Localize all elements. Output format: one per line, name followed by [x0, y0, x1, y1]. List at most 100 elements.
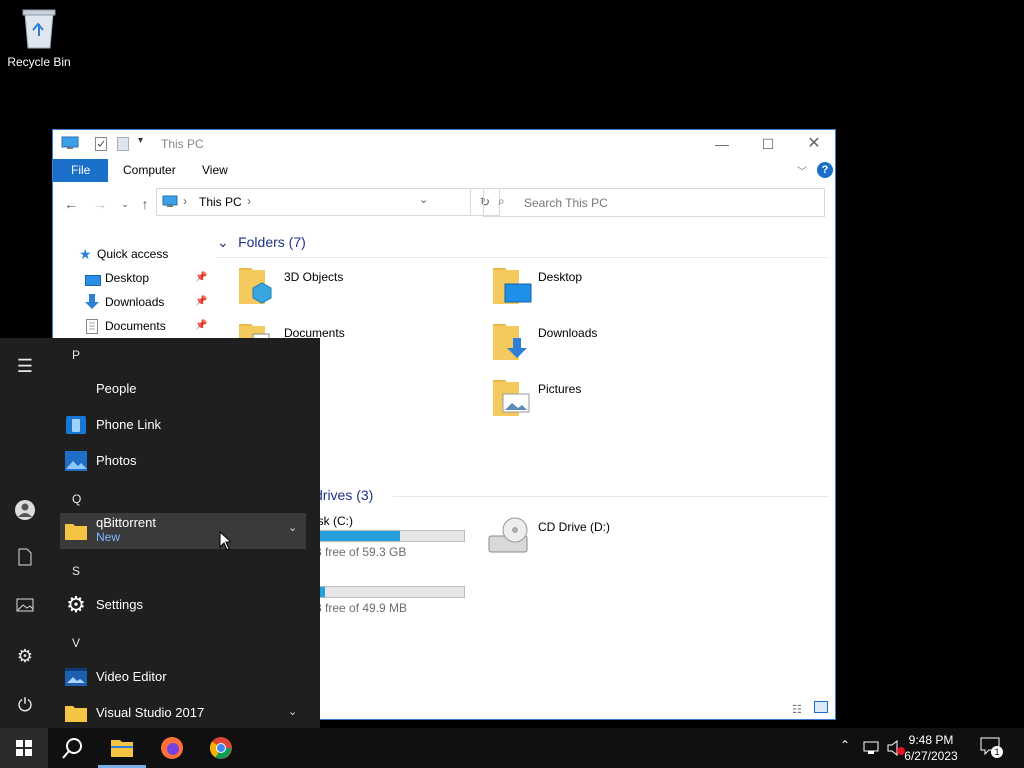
close-button[interactable]: ✕: [791, 130, 837, 158]
breadcrumb-this-pc[interactable]: This PC: [199, 195, 242, 209]
minimize-button[interactable]: —: [699, 130, 745, 158]
pin-icon: 📌: [195, 272, 208, 283]
show-hidden-icons-chevron-icon[interactable]: ⌃: [840, 738, 850, 752]
notification-count-badge: 1: [991, 746, 1003, 758]
clock-date: 6/27/2023: [904, 749, 958, 763]
app-visual-studio-2017[interactable]: Visual Studio 2017 ⌄: [60, 695, 306, 731]
section-letter-p[interactable]: P: [72, 348, 80, 362]
tab-computer[interactable]: Computer: [109, 159, 190, 182]
search-icon: ⌕: [498, 194, 505, 208]
folder-icon: [65, 706, 87, 722]
nav-item-downloads[interactable]: Downloads 📌: [69, 290, 219, 314]
clock-time: 9:48 PM: [908, 733, 954, 747]
taskbar-chrome[interactable]: [197, 728, 245, 768]
app-qbittorrent[interactable]: qBittorrent New ⌄: [60, 513, 306, 549]
settings-rail-gear-icon[interactable]: ⚙: [12, 643, 38, 669]
up-arrow-icon[interactable]: ↑: [134, 193, 156, 215]
address-bar[interactable]: › This PC › ⌄: [156, 188, 471, 216]
tab-file[interactable]: File: [53, 159, 109, 182]
nav-item-desktop[interactable]: Desktop 📌: [69, 266, 219, 290]
user-account-icon[interactable]: [12, 499, 38, 525]
pictures-rail-icon[interactable]: [12, 595, 38, 621]
recent-locations-chevron-icon[interactable]: ⌄: [114, 193, 136, 215]
group-divider: [217, 257, 829, 258]
taskbar-search-button[interactable]: [48, 728, 96, 768]
taskbar: ⌃ 9:48 PM 6/27/2023 1: [0, 728, 1024, 768]
drive-cd-d[interactable]: CD Drive (D:): [485, 514, 685, 560]
app-photos[interactable]: Photos: [60, 443, 306, 479]
title-bar: ▾ This PC — ☐ ✕: [53, 130, 835, 158]
app-people[interactable]: People: [60, 371, 306, 407]
forward-arrow-icon[interactable]: →: [89, 193, 111, 215]
3d-objects-folder-icon: [239, 268, 272, 304]
drive-local-disk-c[interactable]: isk (C:) 3 free of 59.3 GB: [315, 514, 485, 560]
back-arrow-icon[interactable]: ←: [60, 193, 82, 215]
folder-3d-objects[interactable]: 3D Objects: [237, 264, 437, 310]
section-letter-q[interactable]: Q: [72, 492, 81, 506]
taskbar-firefox[interactable]: [148, 728, 196, 768]
downloads-folder-icon: [493, 324, 527, 360]
drive-second[interactable]: 3 free of 49.9 MB: [315, 570, 485, 616]
section-letter-s[interactable]: S: [72, 564, 80, 578]
nav-item-documents[interactable]: Documents 📌: [69, 314, 219, 338]
navigation-pane: ★ Quick access Desktop 📌 Downloads 📌 Doc…: [69, 242, 219, 338]
search-icon: [62, 738, 82, 759]
drive-usage-bar: [315, 586, 465, 598]
network-icon[interactable]: [862, 740, 880, 756]
folder-pictures[interactable]: Pictures: [491, 376, 691, 422]
section-letter-v[interactable]: V: [72, 636, 80, 650]
breadcrumb-separator-icon: ›: [183, 194, 187, 208]
taskbar-file-explorer[interactable]: [98, 728, 146, 768]
action-center-button[interactable]: 1: [980, 737, 1004, 759]
folder-desktop[interactable]: Desktop: [491, 264, 691, 310]
pin-icon: 📌: [195, 296, 208, 307]
pin-icon: 📌: [195, 320, 208, 331]
drive-usage-bar: [315, 530, 465, 542]
power-icon[interactable]: ⏻: [12, 692, 38, 718]
folder-icon: [65, 524, 87, 540]
start-button[interactable]: [0, 728, 48, 768]
window-title: This PC: [161, 137, 204, 151]
search-input[interactable]: ⌕ Search This PC: [483, 188, 825, 217]
recycle-bin-label: Recycle Bin: [7, 55, 71, 69]
help-icon[interactable]: ?: [817, 162, 833, 178]
search-placeholder: Search This PC: [524, 196, 608, 210]
app-settings[interactable]: ⚙ Settings: [60, 587, 306, 623]
quick-access-toolbar-dropdown-icon[interactable]: ▾: [138, 135, 143, 146]
collapse-chevron-icon: ⌄: [217, 234, 229, 250]
large-icons-view-icon[interactable]: [814, 701, 828, 716]
breadcrumb-separator-icon[interactable]: ›: [247, 194, 251, 208]
app-phone-link[interactable]: Phone Link: [60, 407, 306, 443]
expand-chevron-icon[interactable]: ⌄: [288, 705, 297, 718]
details-view-icon[interactable]: ☷: [792, 703, 802, 716]
star-icon: ★: [79, 246, 92, 262]
recycle-bin-desktop-icon[interactable]: Recycle Bin: [4, 6, 74, 78]
ribbon-tabs: File Computer View ﹀ ?: [53, 159, 835, 182]
drive-usage-fill: [316, 531, 401, 541]
folders-group-header[interactable]: ⌄ Folders (7): [217, 234, 306, 251]
maximize-button[interactable]: ☐: [745, 130, 791, 158]
group-divider: [393, 496, 829, 497]
taskbar-clock[interactable]: 9:48 PM 6/27/2023: [896, 732, 966, 764]
ribbon-expand-chevron-icon[interactable]: ﹀: [797, 163, 807, 178]
mouse-cursor-icon: [219, 531, 231, 551]
nav-quick-access[interactable]: ★ Quick access: [69, 242, 219, 266]
this-pc-address-icon: [162, 195, 178, 211]
properties-quick-icon[interactable]: [95, 137, 107, 154]
drives-group-header[interactable]: drives (3): [315, 487, 373, 503]
expand-chevron-icon[interactable]: ⌄: [288, 521, 297, 534]
desktop-folder-icon: [493, 268, 532, 304]
folder-downloads[interactable]: Downloads: [491, 320, 691, 366]
new-folder-quick-icon[interactable]: [117, 137, 129, 154]
new-badge: New: [96, 530, 121, 544]
tab-view[interactable]: View: [188, 159, 242, 182]
video-editor-icon: [65, 668, 87, 686]
firefox-icon: [161, 737, 183, 759]
app-video-editor[interactable]: Video Editor: [60, 659, 306, 695]
hamburger-menu-icon[interactable]: ☰: [12, 353, 38, 379]
address-row: ← → ⌄ ↑ › This PC › ⌄ ↻ ⌕ Search This PC: [53, 186, 835, 222]
windows-logo-icon: [16, 740, 32, 756]
documents-rail-icon[interactable]: [12, 548, 38, 574]
address-history-chevron-icon[interactable]: ⌄: [419, 193, 428, 206]
settings-gear-icon: ⚙: [66, 592, 86, 617]
